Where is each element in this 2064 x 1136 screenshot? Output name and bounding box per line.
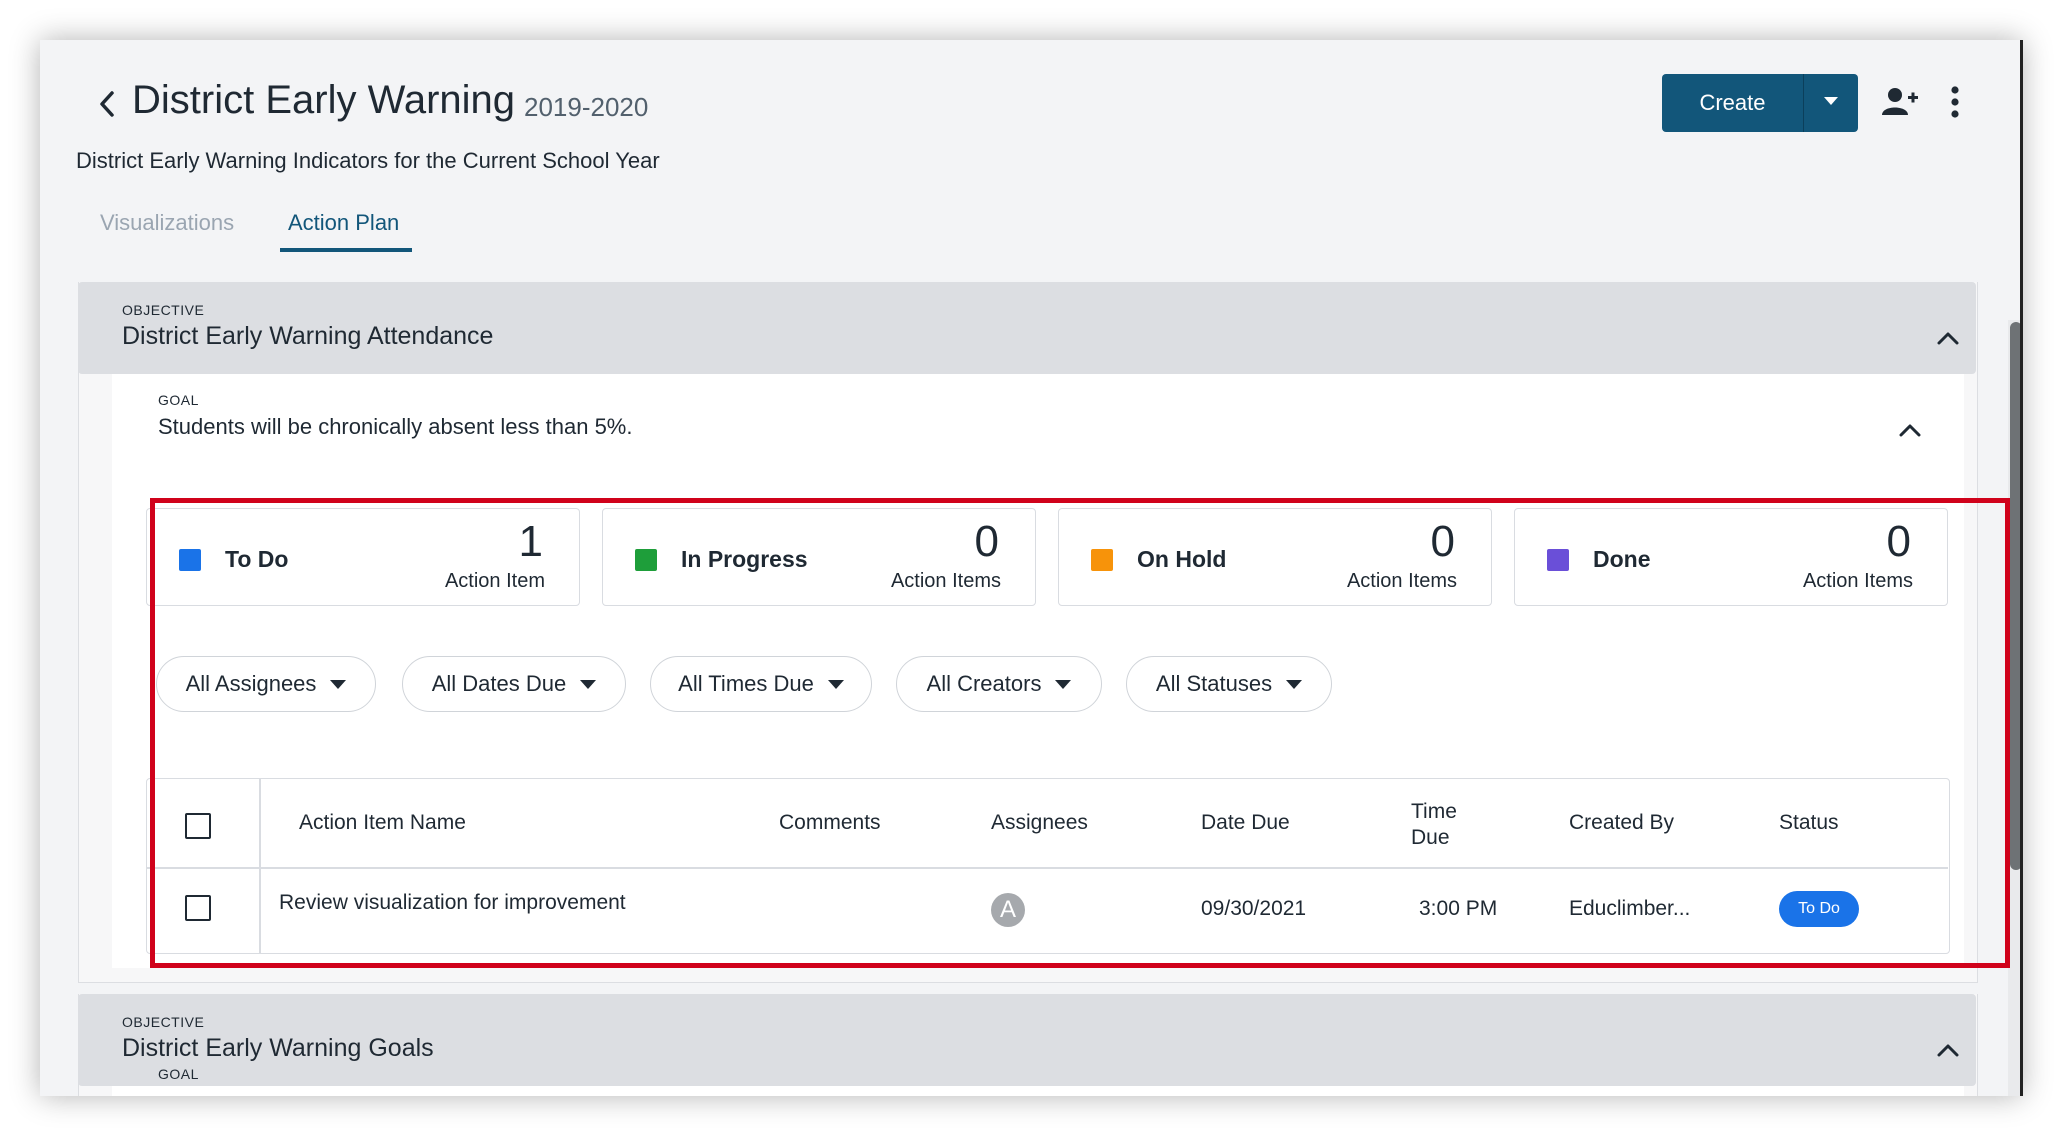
header-assignees[interactable]: Assignees (991, 811, 1088, 835)
caret-down-icon (1055, 679, 1072, 689)
filter-label: All Dates Due (431, 671, 567, 696)
action-items-table: Action Item Name Comments Assignees Date… (146, 778, 1950, 954)
filter-statuses[interactable]: All Statuses (1126, 656, 1332, 712)
objective-label: OBJECTIVE (122, 302, 205, 318)
create-split-button: Create (1662, 74, 1858, 132)
status-card-sub: Action Items (1346, 570, 1457, 592)
header-created-by[interactable]: Created By (1569, 811, 1674, 835)
filter-assignees[interactable]: All Assignees (156, 656, 376, 712)
done-swatch (1547, 549, 1569, 571)
status-card-done[interactable]: Done 0 Action Items (1514, 508, 1948, 606)
kebab-menu-icon[interactable] (1940, 82, 1970, 122)
column-divider (259, 779, 261, 953)
objective-header[interactable]: OBJECTIVE District Early Warning Attenda… (78, 282, 1976, 374)
action-item-name[interactable]: Review visualization for improvement (279, 891, 626, 915)
status-card-label: Done (1593, 546, 1651, 572)
create-dropdown-button[interactable] (1804, 74, 1858, 132)
create-button[interactable]: Create (1662, 74, 1804, 132)
status-card-label: On Hold (1137, 546, 1227, 572)
filter-label: All Assignees (185, 671, 317, 696)
objective-title: District Early Warning Attendance (122, 322, 494, 350)
tab-visualizations[interactable]: Visualizations (100, 210, 234, 236)
objective-label: OBJECTIVE (122, 1014, 205, 1030)
page-year: 2019-2020 (524, 92, 649, 122)
chevron-up-icon[interactable] (1932, 1034, 1964, 1066)
status-card-in-progress[interactable]: In Progress 0 Action Items (602, 508, 1036, 606)
status-card-count: 0 (1886, 517, 1911, 566)
back-chevron-icon[interactable] (92, 84, 122, 124)
status-card-sub: Action Item (444, 570, 545, 592)
header-time-due-line2: Due (1411, 826, 1450, 849)
header-time-due-line1: Time (1411, 800, 1457, 823)
chevron-up-icon[interactable] (1932, 322, 1964, 354)
status-badge[interactable]: To Do (1779, 891, 1859, 927)
action-item-created-by: Educlimber... (1569, 897, 1691, 920)
status-card-sub: Action Items (1802, 570, 1913, 592)
status-card-label: To Do (225, 546, 289, 572)
goal-label: GOAL (158, 392, 199, 408)
caret-down-icon (827, 679, 844, 689)
on-hold-swatch (1091, 549, 1113, 571)
filter-dates-due[interactable]: All Dates Due (402, 656, 626, 712)
caret-down-icon (580, 679, 597, 689)
in-progress-swatch (635, 549, 657, 571)
row-divider (147, 867, 1948, 869)
assignee-avatar[interactable]: A (991, 893, 1025, 927)
header-time-due[interactable]: Time Due (1411, 799, 1457, 851)
page-subtitle: District Early Warning Indicators for th… (76, 148, 660, 173)
goal-label: GOAL (158, 1066, 199, 1082)
objective-header[interactable]: OBJECTIVE District Early Warning Goals (78, 994, 1976, 1086)
tab-action-plan[interactable]: Action Plan (288, 210, 399, 236)
select-all-checkbox[interactable] (185, 813, 211, 839)
goal-card (112, 1086, 1964, 1096)
status-card-count: 0 (974, 517, 999, 566)
filter-times-due[interactable]: All Times Due (650, 656, 872, 712)
filter-label: All Times Due (678, 671, 814, 696)
action-item-date-due: 09/30/2021 (1201, 897, 1307, 920)
status-card-count: 1 (518, 517, 543, 566)
filter-creators[interactable]: All Creators (896, 656, 1102, 712)
caret-down-icon (1822, 94, 1840, 112)
header-comments[interactable]: Comments (779, 811, 881, 835)
header-date-due[interactable]: Date Due (1201, 811, 1290, 835)
action-item-time-due: 3:00 PM (1419, 897, 1498, 920)
objective-title: District Early Warning Goals (122, 1034, 434, 1062)
filter-label: All Creators (926, 671, 1042, 696)
status-card-count: 0 (1430, 517, 1455, 566)
status-card-sub: Action Items (890, 570, 1001, 592)
header-status[interactable]: Status (1779, 811, 1839, 835)
chevron-up-icon[interactable] (1894, 414, 1926, 446)
goal-text: Students will be chronically absent less… (158, 414, 633, 439)
add-user-icon[interactable] (1880, 82, 1920, 122)
caret-down-icon (330, 679, 347, 689)
header-action-item-name[interactable]: Action Item Name (299, 811, 466, 835)
status-card-on-hold[interactable]: On Hold 0 Action Items (1058, 508, 1492, 606)
row-checkbox[interactable] (185, 895, 211, 921)
status-card-label: In Progress (681, 546, 808, 572)
todo-swatch (179, 549, 201, 571)
caret-down-icon (1286, 679, 1303, 689)
page-title: District Early Warning (132, 78, 516, 122)
filter-label: All Statuses (1155, 671, 1273, 696)
active-tab-indicator (280, 248, 412, 252)
status-card-todo[interactable]: To Do 1 Action Item (146, 508, 580, 606)
window-edge (2020, 40, 2023, 1096)
app-window: District Early Warning 2019-2020 Distric… (40, 40, 2022, 1096)
